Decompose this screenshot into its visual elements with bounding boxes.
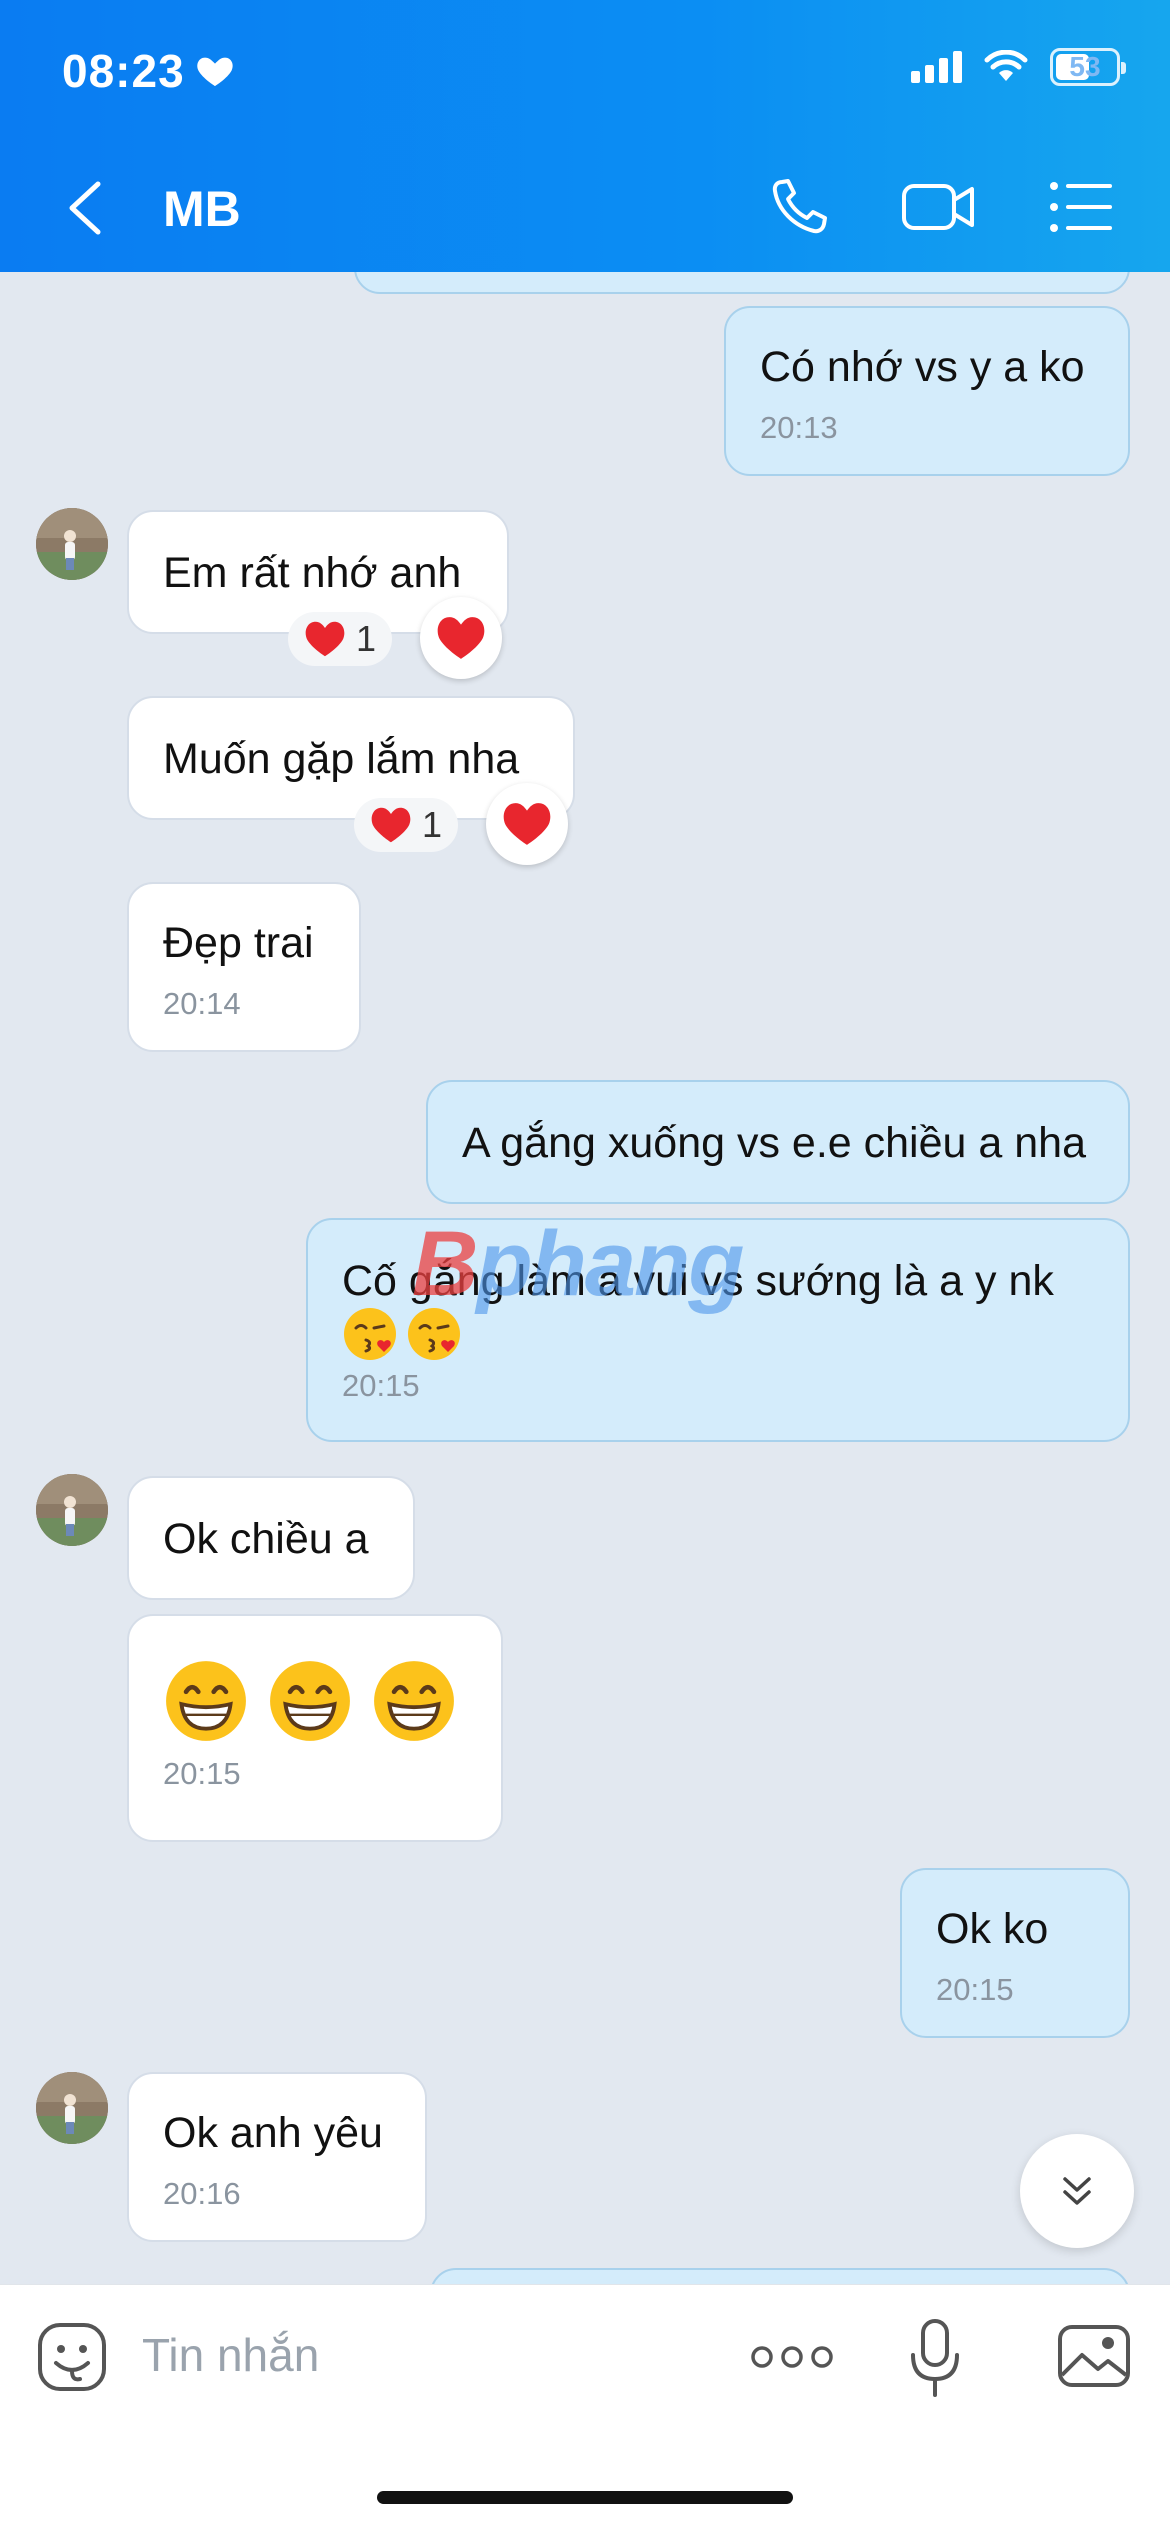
reaction-summary[interactable]: 1 (354, 798, 459, 852)
more-icon[interactable] (750, 2341, 834, 2373)
kissing-face-emoji (408, 1308, 460, 1360)
message-time: 20:16 (163, 2176, 241, 2211)
red-heart-icon (503, 803, 551, 845)
message-bubble-partial[interactable] (430, 2268, 1130, 2284)
react-button[interactable] (420, 597, 502, 679)
message-text: Ok ko (936, 1905, 1049, 1953)
signal-icon (911, 51, 962, 83)
message-bubble-partial[interactable] (354, 272, 1130, 294)
grinning-face-emoji (270, 1661, 350, 1741)
message-bubble-outgoing[interactable]: A gắng xuống vs e.e chiều a nha (426, 1080, 1130, 1204)
microphone-icon[interactable] (906, 2317, 964, 2399)
message-text: Ok anh yêu (163, 2109, 383, 2157)
red-heart-icon (437, 617, 485, 659)
status-time: 08:23 (62, 44, 235, 98)
reaction-summary[interactable]: 1 (288, 612, 393, 666)
message-text: Đẹp trai (163, 919, 314, 967)
react-button[interactable] (486, 783, 568, 865)
image-icon[interactable] (1056, 2323, 1132, 2389)
red-heart-icon (371, 807, 411, 843)
message-bubble-outgoing[interactable]: Cố gắng làm a vui vs sướng là a y nk 20:… (306, 1218, 1130, 1442)
message-time: 20:15 (163, 1756, 241, 1791)
message-time: 20:15 (936, 1972, 1014, 2007)
message-time: 20:15 (342, 1368, 420, 1403)
status-time-text: 08:23 (62, 45, 185, 97)
avatar[interactable] (36, 508, 108, 580)
emoji-row (342, 1306, 1094, 1362)
home-indicator (377, 2491, 793, 2504)
message-bubble-incoming[interactable]: Ok anh yêu 20:16 (127, 2072, 427, 2242)
message-bubble-incoming[interactable]: Đẹp trai 20:14 (127, 882, 361, 1052)
reaction-count-value: 1 (356, 618, 377, 659)
reaction-count-value: 1 (422, 804, 443, 845)
double-chevron-down-icon (1063, 2177, 1091, 2205)
message-time: 20:14 (163, 986, 241, 1021)
menu-list-icon[interactable] (1046, 176, 1114, 238)
message-text: Muốn gặp lắm nha (163, 735, 520, 783)
message-time: 20:13 (760, 410, 838, 445)
message-text: Cố gắng làm a vui vs sướng là a y nk (342, 1257, 1054, 1305)
back-icon[interactable] (62, 178, 110, 238)
avatar[interactable] (36, 1474, 108, 1546)
message-bubble-incoming[interactable]: Ok chiều a (127, 1476, 415, 1600)
message-text: Có nhớ vs y a ko (760, 343, 1085, 391)
grinning-face-emoji (374, 1661, 454, 1741)
battery-level: 53 (1069, 51, 1101, 82)
message-text: Em rất nhớ anh (163, 549, 462, 597)
message-list[interactable]: Có nhớ vs y a ko 20:13 Em rất nhớ anh 1 … (0, 272, 1170, 2284)
status-indicators: 53 (911, 48, 1126, 86)
message-bubble-incoming[interactable]: 20:15 (127, 1614, 503, 1842)
wifi-icon (984, 50, 1028, 81)
phone-icon[interactable] (768, 176, 836, 238)
scroll-to-bottom-button[interactable] (1020, 2134, 1134, 2248)
kissing-face-emoji (344, 1308, 396, 1360)
emoji-row (163, 1658, 467, 1744)
heart-icon (196, 57, 233, 86)
battery-icon: 53 (1050, 48, 1126, 86)
chat-header: 08:23 53 MB (0, 0, 1170, 272)
sticker-icon[interactable] (36, 2321, 108, 2393)
message-input[interactable] (142, 2325, 702, 2385)
message-bubble-outgoing[interactable]: Ok ko 20:15 (900, 1868, 1130, 2038)
avatar[interactable] (36, 2072, 108, 2144)
message-bubble-outgoing[interactable]: Có nhớ vs y a ko 20:13 (724, 306, 1130, 476)
video-call-icon[interactable] (900, 176, 978, 238)
message-text: Ok chiều a (163, 1515, 369, 1563)
red-heart-icon (305, 621, 345, 657)
grinning-face-emoji (166, 1661, 246, 1741)
message-text: A gắng xuống vs e.e chiều a nha (462, 1119, 1086, 1167)
contact-name[interactable]: MB (163, 180, 241, 238)
